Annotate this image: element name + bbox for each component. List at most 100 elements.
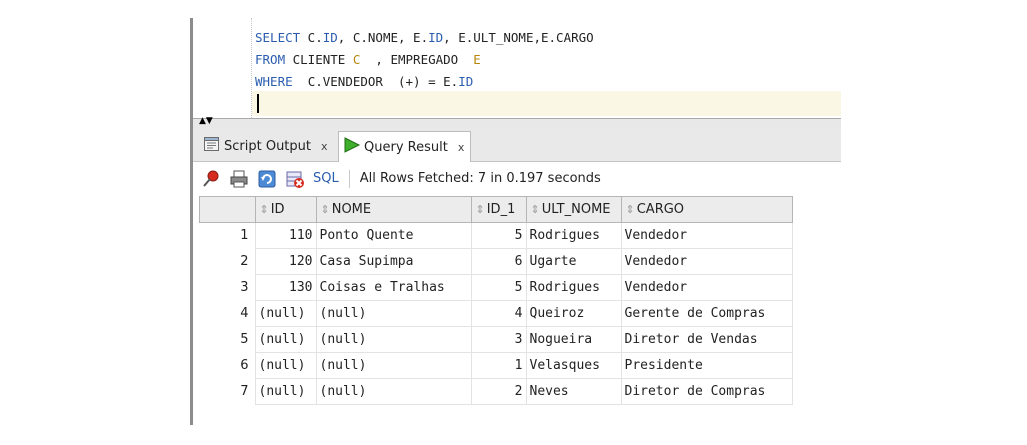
tab-script-output[interactable]: Script Output x bbox=[203, 132, 328, 160]
cell-id[interactable]: (null) bbox=[254, 300, 317, 327]
cell-id-1[interactable]: 5 bbox=[470, 222, 527, 249]
cell-cargo[interactable]: Presidente bbox=[620, 352, 793, 379]
code-token: , C.NOME, E. bbox=[337, 30, 429, 45]
column-header-label: CARGO bbox=[636, 202, 685, 217]
cell-id-1[interactable]: 1 bbox=[470, 352, 527, 379]
sql-link[interactable]: SQL bbox=[313, 171, 339, 186]
cell-nome[interactable]: Ponto Quente bbox=[315, 222, 472, 249]
sql-developer-panel: SELECT C.ID, C.NOME, E.ID, E.ULT_NOME,E.… bbox=[190, 18, 841, 425]
sql-code[interactable]: SELECT C.ID, C.NOME, E.ID, E.ULT_NOME,E.… bbox=[255, 27, 594, 93]
row-number[interactable]: 2 bbox=[200, 249, 256, 275]
code-token: , EMPREGADO bbox=[360, 52, 474, 67]
close-icon[interactable]: x bbox=[321, 140, 328, 153]
refresh-icon[interactable] bbox=[257, 169, 277, 189]
row-number[interactable]: 3 bbox=[200, 275, 256, 301]
column-header-label: NOME bbox=[331, 202, 372, 217]
cell-ult-nome[interactable]: Neves bbox=[525, 378, 622, 405]
sort-icon[interactable]: ⇕ bbox=[260, 203, 269, 216]
tab-query-result[interactable]: Query Result x bbox=[338, 131, 472, 162]
current-line-highlight bbox=[252, 91, 841, 116]
cell-nome[interactable]: (null) bbox=[315, 378, 472, 405]
cell-nome[interactable]: Coisas e Tralhas bbox=[315, 274, 472, 301]
results-table[interactable]: ⇕ ID ⇕ NOME ⇕ ID_1 ⇕ ULT_NOME ⇕ CARGO 1 110 Ponto Q… bbox=[199, 196, 793, 405]
sort-icon[interactable]: ⇕ bbox=[626, 203, 635, 216]
cell-cargo[interactable]: Vendedor bbox=[620, 222, 793, 249]
results-grid[interactable]: ⇕ ID ⇕ NOME ⇕ ID_1 ⇕ ULT_NOME ⇕ CARGO 1 110 Ponto Q… bbox=[193, 196, 841, 425]
cell-ult-nome[interactable]: Velasques bbox=[525, 352, 622, 379]
cell-id[interactable]: (null) bbox=[254, 352, 317, 379]
sort-icon[interactable]: ⇕ bbox=[321, 203, 330, 216]
table-row[interactable]: 4 (null) (null) 4 Queiroz Gerente de Compras bbox=[200, 300, 793, 327]
cell-ult-nome[interactable]: Nogueira bbox=[525, 326, 622, 353]
cell-nome[interactable]: (null) bbox=[315, 300, 472, 327]
cell-id-1[interactable]: 3 bbox=[470, 326, 527, 353]
pin-icon[interactable] bbox=[201, 169, 221, 189]
table-alias: E bbox=[473, 52, 481, 67]
toolbar-divider bbox=[348, 169, 350, 188]
cancel-query-icon[interactable] bbox=[285, 169, 305, 189]
cell-nome[interactable]: Casa Supimpa bbox=[315, 248, 472, 275]
sql-keyword: ID bbox=[428, 30, 444, 45]
cell-cargo[interactable]: Diretor de Compras bbox=[620, 378, 793, 405]
sort-icon[interactable]: ⇕ bbox=[476, 203, 485, 216]
cell-id-1[interactable]: 5 bbox=[470, 274, 527, 301]
table-row[interactable]: 1 110 Ponto Quente 5 Rodrigues Vendedor bbox=[200, 222, 793, 249]
splitter-arrows-icon[interactable]: ▲▼ bbox=[199, 116, 213, 126]
cell-cargo[interactable]: Vendedor bbox=[620, 274, 793, 301]
code-token: , E.ULT_NOME,E.CARGO bbox=[443, 30, 594, 45]
column-header-label: ULT_NOME bbox=[541, 202, 611, 217]
table-row[interactable]: 5 (null) (null) 3 Nogueira Diretor de Vendas bbox=[200, 326, 793, 353]
fetch-status: All Rows Fetched: 7 in 0.197 seconds bbox=[359, 171, 601, 186]
column-header-id[interactable]: ⇕ ID bbox=[254, 196, 317, 223]
table-row[interactable]: 7 (null) (null) 2 Neves Diretor de Compras bbox=[200, 378, 793, 405]
cell-ult-nome[interactable]: Rodrigues bbox=[525, 274, 622, 301]
row-number[interactable]: 5 bbox=[200, 327, 256, 353]
row-number[interactable]: 6 bbox=[200, 353, 256, 379]
column-header-cargo[interactable]: ⇕ CARGO bbox=[620, 196, 793, 223]
code-line[interactable]: SELECT C.ID, C.NOME, E.ID, E.ULT_NOME,E.… bbox=[255, 27, 594, 49]
close-icon[interactable]: x bbox=[458, 141, 465, 154]
code-line[interactable]: WHERE C.VENDEDOR (+) = E.ID bbox=[255, 71, 594, 93]
tab-query-result-label: Query Result bbox=[364, 139, 448, 155]
row-number[interactable]: 4 bbox=[200, 301, 256, 327]
cell-id[interactable]: (null) bbox=[254, 378, 317, 405]
cell-id[interactable]: 130 bbox=[254, 274, 317, 301]
editor-gutter bbox=[193, 18, 252, 118]
text-caret bbox=[257, 94, 259, 113]
column-header-id-1[interactable]: ⇕ ID_1 bbox=[470, 196, 527, 223]
table-row[interactable]: 6 (null) (null) 1 Velasques Presidente bbox=[200, 352, 793, 379]
results-tabbar: Script Output x Query Result x bbox=[193, 128, 841, 162]
tab-script-output-label: Script Output bbox=[224, 138, 311, 154]
print-icon[interactable] bbox=[229, 169, 249, 189]
cell-nome[interactable]: (null) bbox=[315, 326, 472, 353]
cell-cargo[interactable]: Vendedor bbox=[620, 248, 793, 275]
cell-id-1[interactable]: 6 bbox=[470, 248, 527, 275]
sort-icon[interactable]: ⇕ bbox=[531, 203, 540, 216]
run-triangle-icon bbox=[343, 136, 361, 158]
cell-id-1[interactable]: 2 bbox=[470, 378, 527, 405]
code-token: CLIENTE bbox=[285, 52, 353, 67]
sql-keyword: SELECT bbox=[255, 30, 301, 45]
cell-ult-nome[interactable]: Queiroz bbox=[525, 300, 622, 327]
column-header-ult-nome[interactable]: ⇕ ULT_NOME bbox=[525, 196, 622, 223]
cell-id[interactable]: 110 bbox=[254, 222, 317, 249]
cell-ult-nome[interactable]: Rodrigues bbox=[525, 222, 622, 249]
column-header-nome[interactable]: ⇕ NOME bbox=[315, 196, 472, 223]
sql-keyword: ID bbox=[322, 30, 338, 45]
sql-editor[interactable]: SELECT C.ID, C.NOME, E.ID, E.ULT_NOME,E.… bbox=[193, 18, 841, 118]
column-header-label: ID bbox=[270, 202, 285, 217]
cell-cargo[interactable]: Gerente de Compras bbox=[620, 300, 793, 327]
cell-id[interactable]: (null) bbox=[254, 326, 317, 353]
cell-nome[interactable]: (null) bbox=[315, 352, 472, 379]
table-row[interactable]: 2 120 Casa Supimpa 6 Ugarte Vendedor bbox=[200, 248, 793, 275]
script-output-icon bbox=[203, 135, 221, 157]
cell-id-1[interactable]: 4 bbox=[470, 300, 527, 327]
cell-id[interactable]: 120 bbox=[254, 248, 317, 275]
cell-ult-nome[interactable]: Ugarte bbox=[525, 248, 622, 275]
table-row[interactable]: 3 130 Coisas e Tralhas 5 Rodrigues Vendedor bbox=[200, 274, 793, 301]
code-line[interactable]: FROM CLIENTE C , EMPREGADO E bbox=[255, 49, 594, 71]
row-number[interactable]: 7 bbox=[200, 379, 256, 405]
results-toolbar: SQL All Rows Fetched: 7 in 0.197 seconds bbox=[193, 162, 841, 195]
row-number[interactable]: 1 bbox=[200, 223, 256, 249]
cell-cargo[interactable]: Diretor de Vendas bbox=[620, 326, 793, 353]
